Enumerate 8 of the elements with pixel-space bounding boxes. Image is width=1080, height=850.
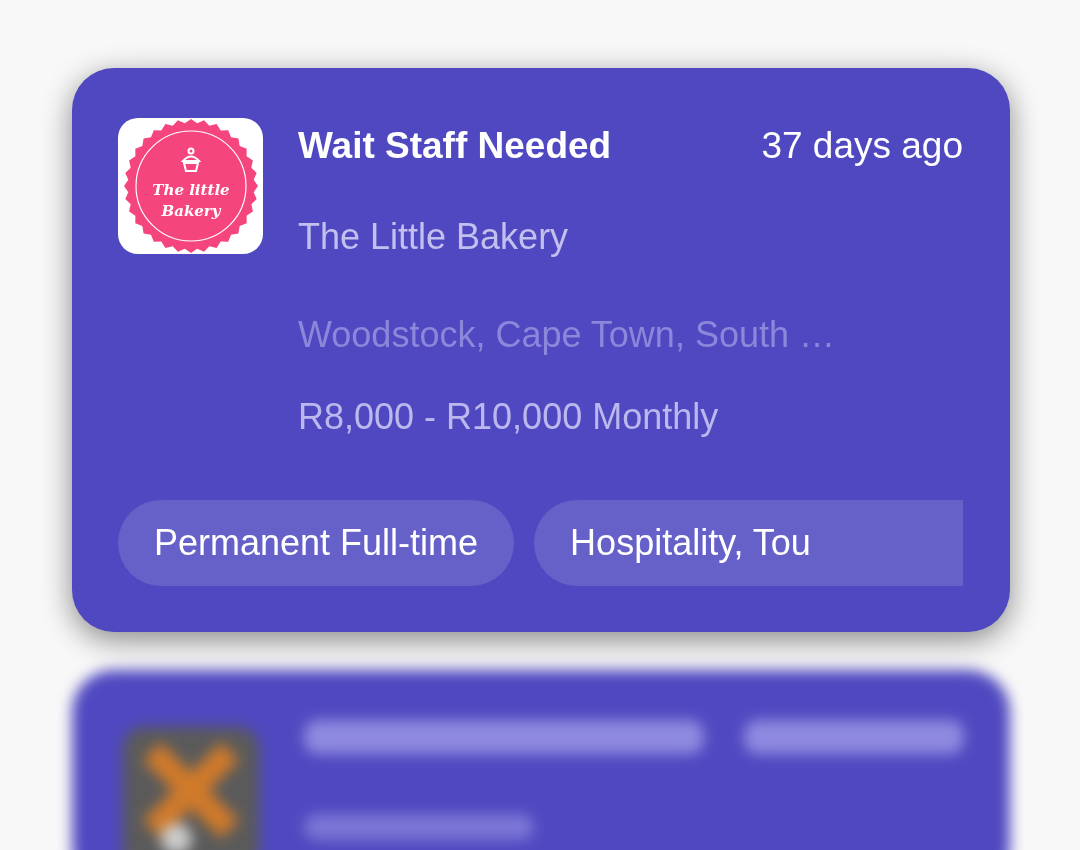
job-title: Wait Staff Needed	[298, 124, 612, 168]
job-tag: Hospitality, Tou	[534, 499, 963, 586]
salary-range: R8,000 - R10,000 Monthly	[298, 394, 720, 439]
bakery-logo: The little Bakery	[118, 118, 263, 254]
job-location: Woodstock, Cape Town, South …	[298, 312, 836, 357]
job-tag: Permanent Full-time	[118, 499, 515, 586]
posted-time: 37 days ago	[761, 124, 963, 168]
company-name: The Little Bakery	[298, 214, 570, 259]
